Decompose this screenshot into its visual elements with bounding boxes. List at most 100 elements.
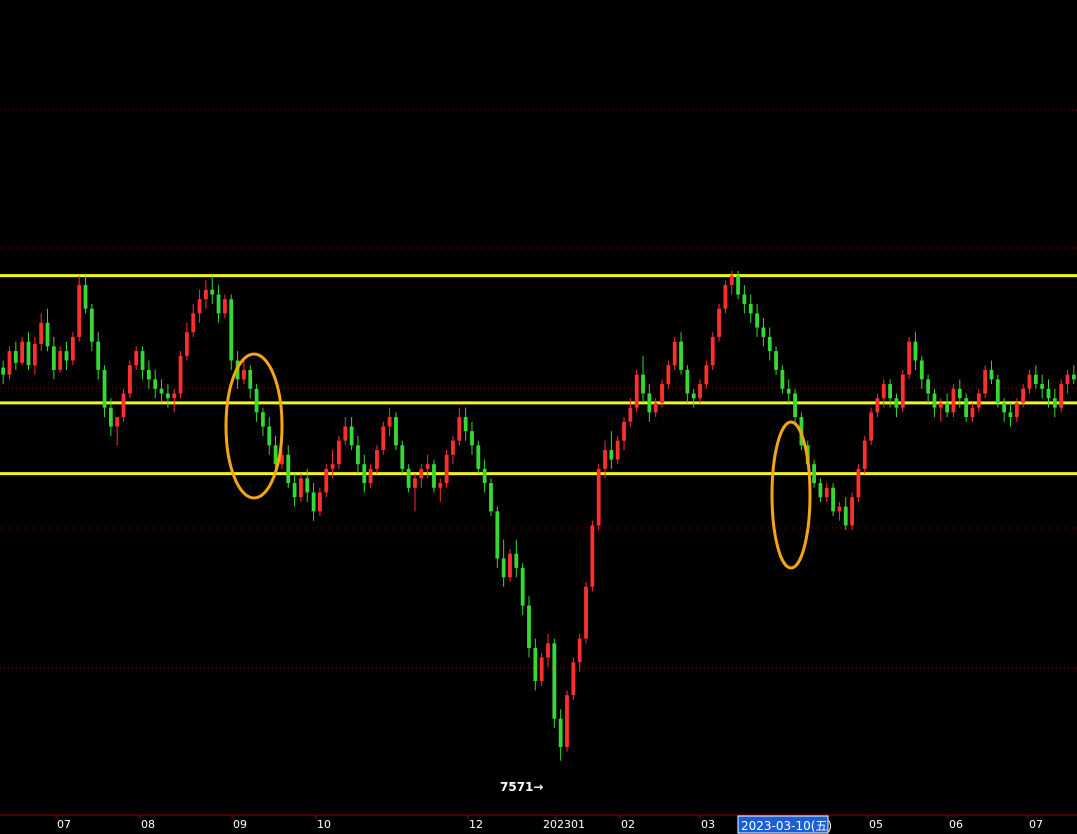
candle-body xyxy=(1046,388,1051,399)
candle-body xyxy=(229,299,234,361)
candle-body xyxy=(96,341,101,370)
candle-body xyxy=(774,351,778,370)
cursor-date-label: 2023-03-10(五) xyxy=(741,819,832,833)
candle-body xyxy=(362,464,367,484)
candle-body xyxy=(165,393,170,399)
candle-body xyxy=(533,648,538,682)
candle-body xyxy=(261,412,265,427)
candle-body xyxy=(387,417,392,427)
candle-body xyxy=(957,388,962,399)
x-tick-label: 06 xyxy=(949,818,963,831)
candle-body xyxy=(1040,384,1045,389)
candle-body xyxy=(584,586,588,639)
x-tick-label: 05 xyxy=(869,818,883,831)
candle-body xyxy=(761,327,766,337)
candle-body xyxy=(70,336,75,361)
candle-body xyxy=(1059,384,1064,408)
highlight-ellipse xyxy=(770,420,812,570)
candle-body xyxy=(7,351,12,375)
x-tick-label: 07 xyxy=(1029,818,1043,831)
candle-body xyxy=(337,440,341,465)
candle-body xyxy=(210,289,215,295)
candle-body xyxy=(995,379,1000,403)
candle-body xyxy=(419,468,424,479)
candle-body xyxy=(1,367,6,375)
candle-body xyxy=(127,365,132,394)
candle-body xyxy=(888,384,893,399)
candle-body xyxy=(837,506,842,512)
candle-body xyxy=(660,384,664,403)
candle-body xyxy=(710,336,715,366)
candle-body xyxy=(286,454,291,484)
candle-body xyxy=(172,393,177,399)
candle-body xyxy=(552,643,557,719)
candle-body xyxy=(457,417,462,441)
candle-body xyxy=(856,468,861,498)
candle-body xyxy=(780,369,785,389)
candle-body xyxy=(495,511,500,559)
candlestick-chart[interactable]: 07 08 09 10 12 202301 02 03 05 06 07 7571→ 2023-03… xyxy=(0,0,1077,834)
candle-body xyxy=(983,369,988,394)
candle-body xyxy=(476,445,481,469)
candle-body xyxy=(558,718,563,748)
candle-body xyxy=(603,450,607,469)
candle-body xyxy=(83,285,88,309)
candle-body xyxy=(919,360,924,380)
candle-body xyxy=(869,412,874,441)
candle-body xyxy=(970,407,975,418)
candle-body xyxy=(907,341,912,375)
candle-body xyxy=(1008,412,1013,418)
candle-body xyxy=(406,468,411,488)
candle-body xyxy=(305,478,310,493)
candle-body xyxy=(299,478,303,498)
candle-body xyxy=(311,492,316,512)
candle-body xyxy=(704,365,709,385)
candle-body xyxy=(216,294,221,314)
candle-body xyxy=(20,341,25,363)
candle-body xyxy=(932,393,937,408)
candle-body xyxy=(463,417,468,432)
candle-body xyxy=(546,643,550,658)
candle-body xyxy=(793,393,797,418)
candle-body xyxy=(951,388,956,413)
candle-body xyxy=(723,285,728,309)
candle-body xyxy=(470,431,474,446)
candle-body xyxy=(1027,374,1032,389)
candle-body xyxy=(432,464,436,488)
candle-body xyxy=(691,393,696,399)
x-tick-label: 02 xyxy=(621,818,635,831)
candle-body xyxy=(945,402,950,413)
candle-body xyxy=(184,332,189,356)
candle-body xyxy=(438,483,443,488)
candle-body xyxy=(324,468,329,493)
candle-body xyxy=(717,308,721,337)
x-tick-label: 12 xyxy=(469,818,483,831)
candle-body xyxy=(318,492,322,512)
candle-body xyxy=(482,468,487,484)
candle-body xyxy=(121,393,126,418)
candle-body xyxy=(514,553,519,568)
candle-body xyxy=(1021,388,1026,403)
candle-body xyxy=(1052,398,1057,408)
chart-window: 07 08 09 10 12 202301 02 03 05 06 07 7571→ 2023-03… xyxy=(0,0,1077,834)
candle-body xyxy=(343,426,348,441)
candle-body xyxy=(590,525,595,587)
candle-body xyxy=(520,567,525,606)
candle-body xyxy=(539,657,544,682)
candle-body xyxy=(508,553,512,578)
candle-body xyxy=(926,379,931,394)
candle-body xyxy=(254,388,259,413)
candle-body xyxy=(1065,374,1070,385)
candle-body xyxy=(818,483,823,498)
candle-body xyxy=(242,369,246,380)
candle-body xyxy=(501,558,506,578)
candle-body xyxy=(615,440,620,460)
candle-body xyxy=(413,478,417,488)
candle-body xyxy=(26,341,31,366)
x-tick-label: 03 xyxy=(701,818,715,831)
candle-body xyxy=(964,398,969,418)
candle-body xyxy=(900,374,905,408)
candle-body xyxy=(267,426,272,446)
candle-body xyxy=(1071,374,1076,380)
candle-body xyxy=(875,398,880,413)
